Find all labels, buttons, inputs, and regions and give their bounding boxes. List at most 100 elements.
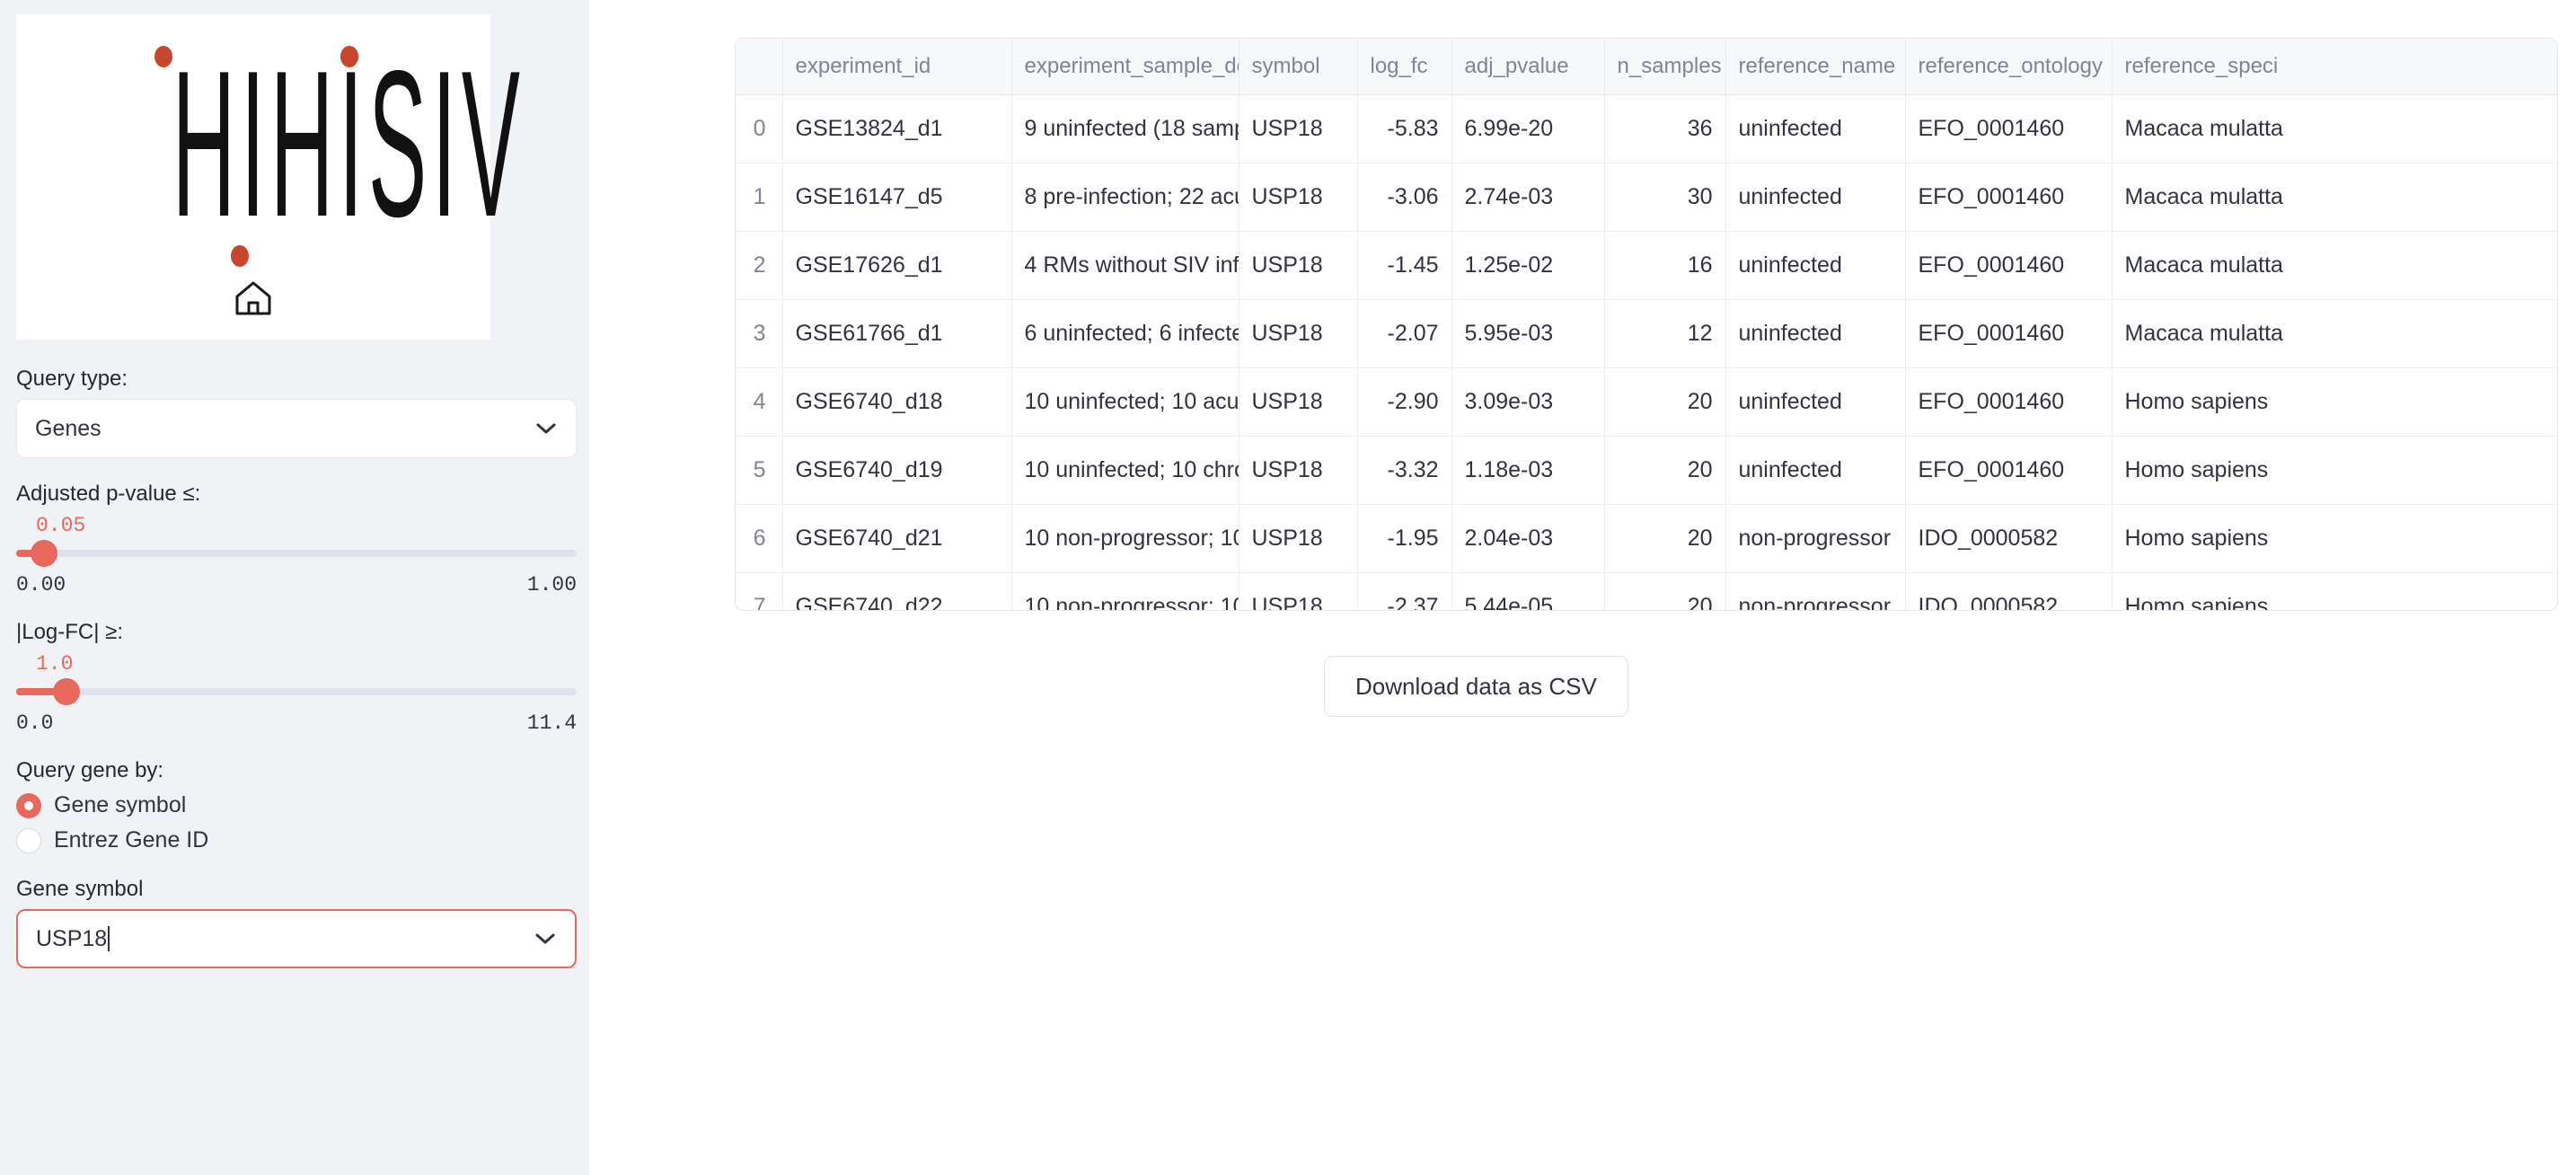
pvalue-range: 0.00 1.00 bbox=[16, 573, 577, 596]
pvalue-slider-thumb[interactable] bbox=[31, 540, 58, 567]
table-cell-reference-ontology: IDO_0000582 bbox=[1905, 572, 2113, 610]
table-cell-symbol: USP18 bbox=[1239, 299, 1358, 368]
table-cell-reference-name: uninfected bbox=[1725, 231, 1906, 300]
table-cell-reference-species: Homo sapiens bbox=[2112, 436, 2557, 505]
table-cell-reference-ontology: EFO_0001460 bbox=[1905, 94, 2113, 163]
table-cell-description: 9 uninfected (18 samples) and 9 infected bbox=[1011, 94, 1239, 163]
table-cell-reference-name: non-progressor bbox=[1725, 504, 1906, 573]
gene-symbol-input[interactable]: USP18 bbox=[16, 909, 577, 968]
logfc-slider[interactable] bbox=[16, 678, 577, 705]
radio-unselected-icon[interactable] bbox=[16, 827, 41, 853]
table-cell-reference-ontology: EFO_0001460 bbox=[1905, 299, 2113, 368]
table-cell-reference-name: uninfected bbox=[1725, 299, 1906, 368]
logfc-value: 1.0 bbox=[36, 652, 74, 676]
table-cell-reference-species: Macaca mulatta bbox=[2112, 94, 2557, 163]
table-cell-reference-species: Macaca mulatta bbox=[2112, 163, 2557, 232]
pvalue-min: 0.00 bbox=[16, 573, 66, 596]
table-cell-adj-pvalue: 2.74e-03 bbox=[1451, 163, 1605, 232]
table-cell-log-fc: -3.06 bbox=[1357, 163, 1452, 232]
logo-card: HIHISIV bbox=[16, 14, 525, 340]
logo-dot-bottom bbox=[231, 244, 249, 267]
table-cell-adj-pvalue: 6.99e-20 bbox=[1451, 94, 1605, 163]
table-row[interactable]: 0GSE13824_d19 uninfected (18 samples) an… bbox=[736, 94, 2557, 163]
radio-entrez-gene-id-label: Entrez Gene ID bbox=[54, 827, 209, 853]
logo-dot-left bbox=[154, 45, 172, 67]
table-cell-n-samples: 30 bbox=[1604, 163, 1726, 232]
table-cell-log-fc: -3.32 bbox=[1357, 436, 1452, 505]
table-cell-log-fc: -5.83 bbox=[1357, 94, 1452, 163]
table-cell-symbol: USP18 bbox=[1239, 94, 1358, 163]
col-experiment-sample-description[interactable]: experiment_sample_description bbox=[1011, 39, 1239, 95]
logfc-slider-thumb[interactable] bbox=[53, 678, 81, 705]
results-table: experiment_id experiment_sample_descript… bbox=[736, 39, 2557, 610]
table-cell-description: 10 non-progressor; 10 acute bbox=[1011, 504, 1239, 573]
col-reference-ontology[interactable]: reference_ontology bbox=[1905, 39, 2113, 95]
pvalue-slider[interactable] bbox=[16, 540, 577, 567]
query-type-value: Genes bbox=[35, 415, 101, 441]
table-cell-experiment-id: GSE13824_d1 bbox=[782, 94, 1012, 163]
table-row[interactable]: 1GSE16147_d58 pre-infection; 22 acuteUSP… bbox=[736, 163, 2557, 232]
chevron-down-icon[interactable] bbox=[534, 926, 557, 952]
table-cell-symbol: USP18 bbox=[1239, 367, 1358, 437]
logo-dot-right bbox=[340, 45, 358, 67]
results-table-container[interactable]: experiment_id experiment_sample_descript… bbox=[735, 38, 2558, 611]
table-row[interactable]: 2GSE17626_d14 RMs without SIV infection … bbox=[736, 231, 2557, 300]
table-cell-description: 4 RMs without SIV infection (8 samples) bbox=[1011, 231, 1239, 300]
table-cell-index: 4 bbox=[736, 367, 783, 437]
table-cell-adj-pvalue: 2.04e-03 bbox=[1451, 504, 1605, 573]
table-cell-symbol: USP18 bbox=[1239, 504, 1358, 573]
table-cell-reference-name: uninfected bbox=[1725, 94, 1906, 163]
table-cell-experiment-id: GSE16147_d5 bbox=[782, 163, 1012, 232]
table-cell-log-fc: -2.37 bbox=[1357, 572, 1452, 610]
table-cell-reference-ontology: EFO_0001460 bbox=[1905, 231, 2113, 300]
table-cell-experiment-id: GSE6740_d22 bbox=[782, 572, 1012, 610]
radio-entrez-gene-id[interactable]: Entrez Gene ID bbox=[16, 827, 573, 853]
table-cell-n-samples: 20 bbox=[1604, 572, 1726, 610]
table-cell-index: 0 bbox=[736, 94, 783, 163]
table-cell-n-samples: 20 bbox=[1604, 504, 1726, 573]
download-csv-button[interactable]: Download data as CSV bbox=[1324, 656, 1628, 717]
table-row[interactable]: 6GSE6740_d2110 non-progressor; 10 acuteU… bbox=[736, 504, 2557, 573]
gene-symbol-label: Gene symbol bbox=[16, 877, 144, 901]
chevron-down-icon[interactable] bbox=[534, 416, 558, 442]
table-cell-description: 8 pre-infection; 22 acute bbox=[1011, 163, 1239, 232]
col-symbol[interactable]: symbol bbox=[1239, 39, 1358, 95]
pvalue-label: Adjusted p-value ≤: bbox=[16, 481, 201, 506]
col-adj-pvalue[interactable]: adj_pvalue bbox=[1451, 39, 1605, 95]
table-cell-log-fc: -1.45 bbox=[1357, 231, 1452, 300]
logo-wordmark: HIHISIV bbox=[172, 27, 525, 261]
table-cell-symbol: USP18 bbox=[1239, 163, 1358, 232]
table-header: experiment_id experiment_sample_descript… bbox=[736, 39, 2557, 95]
table-row[interactable]: 5GSE6740_d1910 uninfected; 10 chronicUSP… bbox=[736, 436, 2557, 505]
table-row[interactable]: 3 GSE61766_d1 6 uninfected; 6 infected USP1… bbox=[736, 299, 2557, 368]
col-reference-species[interactable]: reference_speci bbox=[2112, 39, 2557, 95]
table-row[interactable]: 7GSE6740_d2210 non-progressor; 10 chroni… bbox=[736, 572, 2557, 610]
table-cell-reference-species: Homo sapiens bbox=[2112, 367, 2557, 437]
table-cell-adj-pvalue: 1.25e-02 bbox=[1451, 231, 1605, 300]
col-log-fc[interactable]: log_fc bbox=[1357, 39, 1452, 95]
logfc-max: 11.4 bbox=[526, 711, 577, 735]
col-reference-name[interactable]: reference_name bbox=[1725, 39, 1906, 95]
table-cell-index: 6 bbox=[736, 504, 783, 573]
pvalue-slider-block: Adjusted p-value ≤: 0.05 0.00 1.00 bbox=[16, 481, 577, 596]
col-experiment-id[interactable]: experiment_id bbox=[782, 39, 1012, 95]
table-cell-adj-pvalue: 5.95e-03 bbox=[1451, 299, 1605, 368]
radio-gene-symbol[interactable]: Gene symbol bbox=[16, 792, 573, 818]
logfc-range: 0.0 11.4 bbox=[16, 711, 577, 735]
table-cell-experiment-id: GSE6740_d18 bbox=[782, 367, 1012, 437]
table-cell-reference-species: Homo sapiens bbox=[2112, 504, 2557, 573]
col-n-samples[interactable]: n_samples bbox=[1604, 39, 1726, 95]
logfc-slider-block: |Log-FC| ≥: 1.0 0.0 11.4 bbox=[16, 620, 577, 735]
table-cell-n-samples: 36 bbox=[1604, 94, 1726, 163]
query-type-select[interactable]: Genes bbox=[16, 399, 577, 458]
table-cell-reference-ontology: IDO_0000582 bbox=[1905, 504, 2113, 573]
table-cell-adj-pvalue: 3.09e-03 bbox=[1451, 367, 1605, 437]
table-cell-experiment-id: GSE17626_d1 bbox=[782, 231, 1012, 300]
pvalue-max: 1.00 bbox=[526, 573, 577, 596]
table-cell-index: 7 bbox=[736, 572, 783, 610]
radio-selected-icon[interactable] bbox=[16, 792, 41, 818]
table-row[interactable]: 4 GSE6740_d18 10 uninfected; 10 acute USP18… bbox=[736, 367, 2557, 437]
pvalue-value: 0.05 bbox=[36, 514, 86, 537]
table-cell-n-samples: 20 bbox=[1604, 436, 1726, 505]
col-index[interactable] bbox=[736, 39, 783, 95]
